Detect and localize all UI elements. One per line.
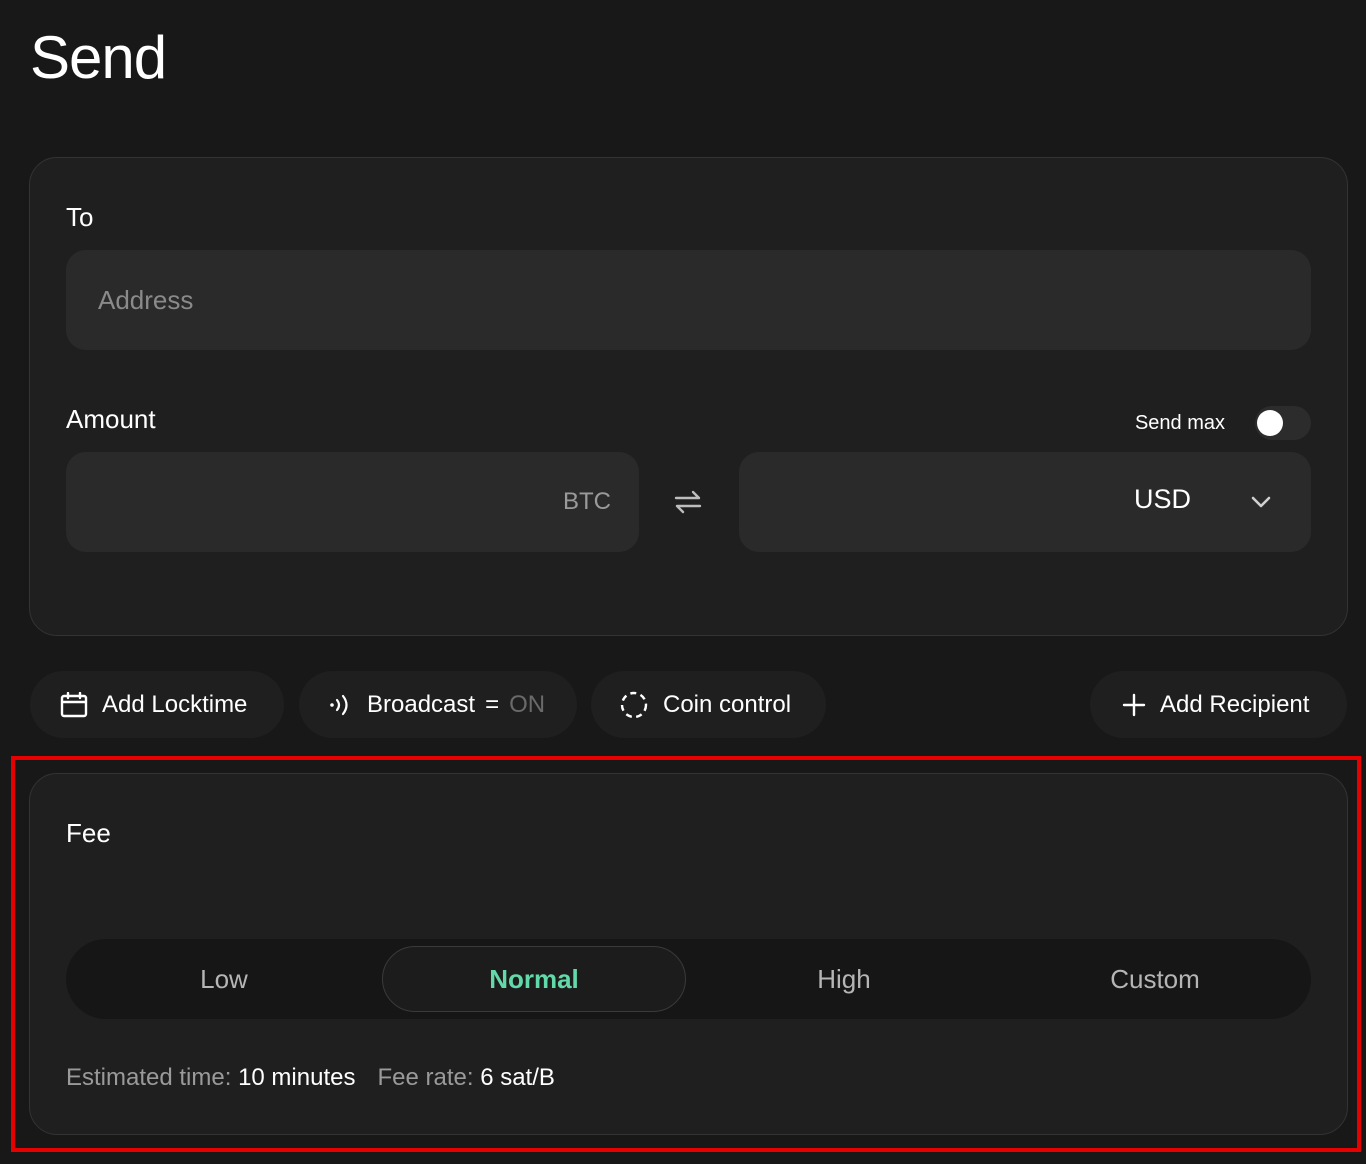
swap-arrows-icon[interactable] — [672, 488, 704, 516]
fiat-currency-label[interactable]: USD — [1134, 484, 1191, 515]
broadcast-equals: = — [485, 690, 500, 718]
add-recipient-button[interactable]: Add Recipient — [1090, 671, 1347, 738]
fee-tabs: Low Normal High Custom — [66, 939, 1311, 1019]
fee-rate: Fee rate: 6 sat/B — [377, 1064, 554, 1092]
fee-info: Estimated time: 10 minutes Fee rate: 6 s… — [66, 1064, 555, 1092]
add-recipient-label: Add Recipient — [1160, 690, 1310, 718]
send-card: To Address Amount Send max BTC USD — [29, 157, 1348, 636]
estimated-time: Estimated time: 10 minutes — [66, 1064, 355, 1092]
fee-card: Fee Low Normal High Custom Estimated tim… — [29, 773, 1348, 1135]
toggle-knob — [1257, 410, 1283, 436]
fee-tab-custom[interactable]: Custom — [1002, 939, 1308, 1019]
page-title: Send — [30, 24, 167, 91]
address-input[interactable]: Address — [66, 250, 1311, 350]
fee-rate-value: 6 sat/B — [480, 1064, 555, 1091]
send-max-control: Send max — [1135, 406, 1311, 440]
broadcast-icon — [330, 694, 348, 715]
estimated-time-value: 10 minutes — [238, 1064, 356, 1091]
btc-amount-input[interactable]: BTC — [66, 452, 639, 552]
amount-label: Amount — [66, 404, 156, 434]
add-locktime-button[interactable]: Add Locktime — [30, 671, 284, 738]
chevron-down-icon[interactable] — [1249, 490, 1273, 514]
to-label: To — [66, 202, 94, 232]
dashed-circle-icon — [620, 691, 648, 718]
fee-tab-low[interactable]: Low — [66, 939, 382, 1019]
fee-tab-normal[interactable]: Normal — [382, 946, 686, 1012]
broadcast-button[interactable]: Broadcast = ON — [299, 671, 577, 738]
add-locktime-label: Add Locktime — [102, 690, 248, 718]
plus-icon — [1122, 693, 1146, 716]
estimated-time-key: Estimated time: — [66, 1064, 232, 1091]
fiat-amount-input[interactable]: USD — [739, 452, 1311, 552]
fee-label: Fee — [66, 818, 111, 848]
send-max-label: Send max — [1134, 411, 1225, 434]
fee-tab-high[interactable]: High — [686, 939, 1002, 1019]
broadcast-label: Broadcast — [367, 690, 476, 718]
send-max-toggle[interactable] — [1255, 406, 1311, 440]
calendar-icon — [60, 691, 88, 717]
address-placeholder: Address — [98, 284, 194, 315]
coin-control-button[interactable]: Coin control — [591, 671, 826, 738]
coin-control-label: Coin control — [663, 690, 792, 718]
fee-rate-key: Fee rate: — [377, 1064, 474, 1091]
broadcast-state: ON — [509, 690, 546, 718]
btc-unit-label: BTC — [563, 488, 611, 515]
